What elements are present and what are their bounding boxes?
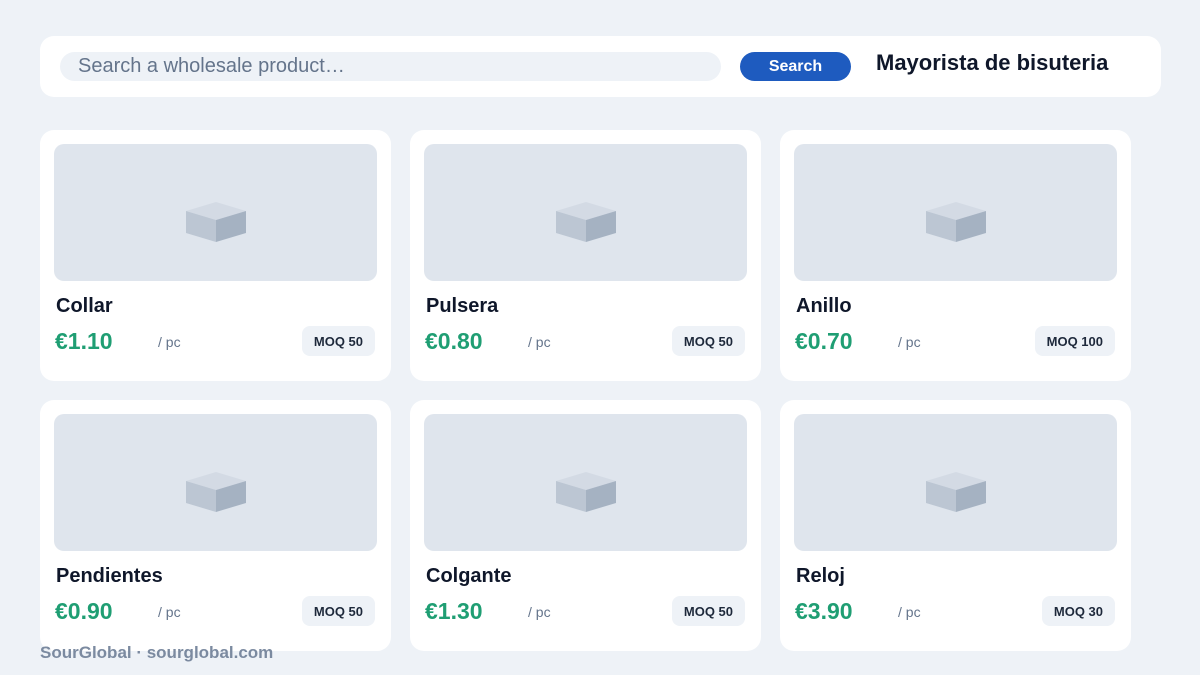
product-price: €0.80 [425, 328, 483, 354]
product-price: €3.90 [795, 598, 853, 624]
moq-badge: MOQ 100 [1034, 326, 1115, 356]
product-image-placeholder [794, 144, 1117, 281]
product-price: €1.10 [55, 328, 113, 354]
product-image-placeholder [54, 414, 377, 551]
product-name: Colgante [426, 565, 512, 587]
box-icon [926, 202, 986, 242]
box-icon [556, 202, 616, 242]
product-card[interactable]: Reloj €3.90 / pc MOQ 30 [780, 400, 1131, 651]
product-card[interactable]: Colgante €1.30 / pc MOQ 50 [410, 400, 761, 651]
price-unit: / pc [158, 604, 181, 620]
product-price: €0.90 [55, 598, 113, 624]
moq-badge: MOQ 50 [301, 326, 375, 356]
box-icon [186, 472, 246, 512]
box-icon [556, 472, 616, 512]
product-name: Pendientes [56, 565, 163, 587]
moq-badge: MOQ 50 [671, 326, 745, 356]
price-unit: / pc [898, 604, 921, 620]
product-image-placeholder [54, 144, 377, 281]
product-image-placeholder [794, 414, 1117, 551]
product-card[interactable]: Pendientes €0.90 / pc MOQ 50 [40, 400, 391, 651]
page: Search Mayorista de bisuteria Collar €1.… [0, 0, 1200, 675]
product-name: Pulsera [426, 295, 499, 317]
search-button[interactable]: Search [740, 52, 851, 81]
moq-badge: MOQ 50 [301, 596, 375, 626]
moq-badge: MOQ 30 [1041, 596, 1115, 626]
product-image-placeholder [424, 144, 747, 281]
price-unit: / pc [158, 334, 181, 350]
product-price: €0.70 [795, 328, 853, 354]
search-bar: Search Mayorista de bisuteria [40, 36, 1161, 97]
price-unit: / pc [528, 604, 551, 620]
product-name: Reloj [796, 565, 845, 587]
price-unit: / pc [898, 334, 921, 350]
box-icon [186, 202, 246, 242]
product-image-placeholder [424, 414, 747, 551]
moq-badge: MOQ 50 [671, 596, 745, 626]
box-icon [926, 472, 986, 512]
product-price: €1.30 [425, 598, 483, 624]
product-grid: Collar €1.10 / pc MOQ 50 Pulsera €0.80 /… [40, 130, 1131, 651]
product-card[interactable]: Anillo €0.70 / pc MOQ 100 [780, 130, 1131, 381]
page-title: Mayorista de bisuteria [876, 50, 1109, 75]
search-input[interactable] [60, 52, 721, 81]
product-name: Collar [56, 295, 113, 317]
footer-brand: SourGlobal · sourglobal.com [40, 643, 274, 662]
price-unit: / pc [528, 334, 551, 350]
product-name: Anillo [796, 295, 852, 317]
product-card[interactable]: Pulsera €0.80 / pc MOQ 50 [410, 130, 761, 381]
product-card[interactable]: Collar €1.10 / pc MOQ 50 [40, 130, 391, 381]
